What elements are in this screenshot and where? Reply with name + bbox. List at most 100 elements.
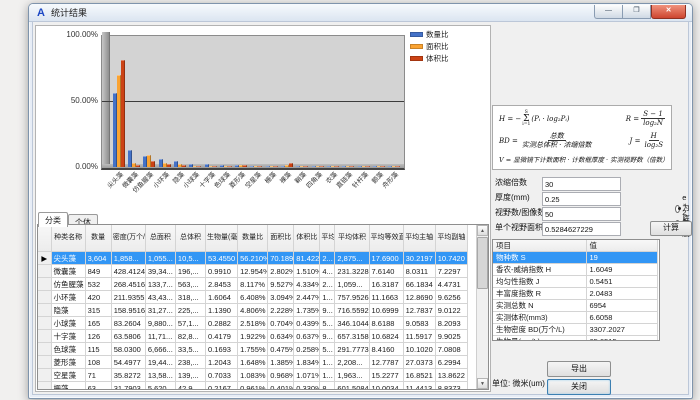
table-row[interactable]: 十字藻12663.580611,71...82,8...0.41791.922%… — [38, 330, 468, 343]
results-cell: 6.6058 — [586, 312, 657, 324]
row-header[interactable] — [38, 369, 51, 382]
export-button[interactable]: 导出 — [547, 361, 611, 377]
formula-biodensity: BD = 总数实测总体积 · 浓缩倍数 — [499, 132, 594, 150]
row-header[interactable] — [38, 291, 51, 304]
column-header[interactable]: 平均主轴 — [403, 225, 435, 252]
concentration-input[interactable] — [542, 177, 621, 191]
table-cell: 39,34... — [145, 265, 175, 278]
column-header[interactable]: 面积比 — [268, 225, 294, 252]
maximize-button[interactable]: ❐ — [622, 5, 651, 19]
results-row[interactable]: 实测体积(mm3)6.6058 — [493, 312, 657, 324]
column-header[interactable]: 平均面积 — [320, 225, 335, 252]
results-cell: 6954 — [586, 300, 657, 312]
results-row[interactable]: 丰富度指数 R2.0483 — [493, 288, 657, 300]
results-row[interactable]: 香农-威纳指数 H1.6049 — [493, 264, 657, 276]
column-header[interactable]: 平均等效直径 — [369, 225, 403, 252]
table-row[interactable]: 仿鱼腥藻532268.4516133,7...563,...2.84538.11… — [38, 278, 468, 291]
bar-体积比 — [350, 166, 354, 167]
bar-group — [325, 166, 340, 167]
table-row[interactable]: 栅藻6331.79035,620...42,9...0.21670.961%0.… — [38, 382, 468, 391]
fields-count-input[interactable] — [542, 207, 621, 221]
minimize-button[interactable]: — — [594, 5, 622, 19]
table-row[interactable]: 色球藻11558.03006,666...33,5...0.16931.755%… — [38, 343, 468, 356]
scrollbar-thumb[interactable] — [477, 237, 488, 289]
column-header[interactable]: 总面积 — [145, 225, 175, 252]
row-header[interactable] — [38, 265, 51, 278]
table-cell: 108 — [85, 356, 111, 369]
table-row[interactable]: 小环藻420211.935543,43...318,...1.60646.408… — [38, 291, 468, 304]
table-row[interactable]: 小球藻16583.26049,880...57,1...0.28822.518%… — [38, 317, 468, 330]
table-cell: 2... — [320, 278, 335, 291]
table-cell: 849 — [85, 265, 111, 278]
table-cell: 35.8272 — [111, 369, 145, 382]
column-header[interactable]: 数量 — [85, 225, 111, 252]
bar-group — [111, 60, 126, 167]
table-vertical-scrollbar[interactable]: ▲ ▼ — [476, 225, 488, 389]
scroll-up-icon[interactable]: ▲ — [477, 225, 488, 236]
results-row[interactable]: 均匀性指数 J0.5451 — [493, 276, 657, 288]
results-row[interactable]: 物种数 S19 — [493, 252, 657, 264]
column-header[interactable]: 种类名称 — [51, 225, 85, 252]
row-header[interactable] — [38, 343, 51, 356]
row-header[interactable] — [38, 278, 51, 291]
table-cell: 1,963... — [335, 369, 369, 382]
row-header[interactable]: ▶ — [38, 252, 51, 265]
row-header[interactable] — [38, 382, 51, 391]
table-cell: 15.2277 — [369, 369, 403, 382]
table-row[interactable]: ▶尖头藻3,6041,858...1,055...10,5...53.45505… — [38, 252, 468, 265]
thickness-input[interactable] — [542, 192, 621, 206]
table-cell: 2.518% — [238, 317, 268, 330]
table-cell: 3.094% — [268, 291, 294, 304]
row-header[interactable] — [38, 356, 51, 369]
chart-legend: 数量比面积比体积比 — [410, 29, 449, 65]
table-cell: 微囊藻 — [51, 265, 85, 278]
column-header[interactable]: 平均体积 — [335, 225, 369, 252]
table-row[interactable]: 空星藻7135.827213,58...139,...0.70331.083%0… — [38, 369, 468, 382]
results-column-header[interactable]: 项目 — [493, 240, 586, 252]
table-cell: 428.4124 — [111, 265, 145, 278]
calculate-button[interactable]: 计算 — [650, 221, 692, 236]
table-cell: 8.8373 — [435, 382, 467, 391]
table-cell: 2... — [320, 252, 335, 265]
table-cell: 13.8622 — [435, 369, 467, 382]
column-header[interactable]: 数量比 — [238, 225, 268, 252]
bar-体积比 — [243, 165, 247, 167]
table-cell: 57,1... — [175, 317, 205, 330]
results-cell: 实测总数 N — [493, 300, 586, 312]
row-header[interactable] — [38, 304, 51, 317]
table-row[interactable]: 菱形藻10854.497719,44...238,...1.20431.648%… — [38, 356, 468, 369]
results-column-header[interactable]: 值 — [586, 240, 657, 252]
table-cell: 0.637% — [294, 330, 320, 343]
bar-group — [142, 155, 157, 167]
view-area-input[interactable] — [542, 222, 621, 236]
table-row[interactable]: 微囊藻849428.412439,34...196,...0.991012.95… — [38, 265, 468, 278]
tab-classification[interactable]: 分类 — [38, 212, 68, 227]
table-row[interactable]: 隐藻315158.951631,27...225,...1.13904.806%… — [38, 304, 468, 317]
results-row[interactable]: 实测总数 N6954 — [493, 300, 657, 312]
table-cell: 6.2994 — [435, 356, 467, 369]
table-cell: 8.4160 — [369, 343, 403, 356]
table-cell: 小球藻 — [51, 317, 85, 330]
formula-shannon: H = − S Σ i=1 (Pᵢ · log₂Pᵢ) — [499, 111, 570, 127]
row-header[interactable] — [38, 330, 51, 343]
column-header[interactable]: 平均副轴 — [435, 225, 467, 252]
results-row[interactable]: 生物密度 BD(万个/L)3307.2027 — [493, 324, 657, 336]
column-header[interactable]: 密度(万个/L) — [111, 225, 145, 252]
table-cell: 16.8521 — [403, 369, 435, 382]
results-row[interactable]: 生物量(mg/L)65.6515 — [493, 336, 657, 342]
column-header[interactable]: 体积比 — [294, 225, 320, 252]
table-cell: 43,43... — [145, 291, 175, 304]
table-cell: 54.4977 — [111, 356, 145, 369]
results-header-row: 项目值 — [493, 240, 657, 252]
title-bar[interactable]: A 统计结果 — ❐ ✕ — [29, 4, 692, 22]
table-cell: 211.9355 — [111, 291, 145, 304]
view-tabs: 分类个体 — [38, 209, 98, 224]
close-button[interactable]: 关闭 — [547, 379, 611, 395]
table-cell: 2.8453 — [206, 278, 238, 291]
row-header[interactable] — [38, 317, 51, 330]
column-header[interactable]: 总体积 — [175, 225, 205, 252]
column-header[interactable]: 生物量(毫克/L) — [206, 225, 238, 252]
close-window-button[interactable]: ✕ — [651, 5, 686, 19]
scroll-down-icon[interactable]: ▼ — [477, 378, 488, 389]
results-cell: 3307.2027 — [586, 324, 657, 336]
